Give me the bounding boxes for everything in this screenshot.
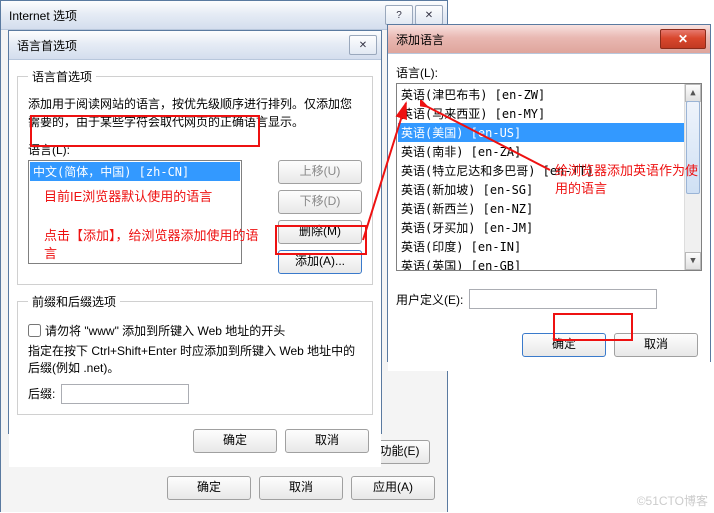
list-item[interactable]: 英语(美国) [en-US] [398,123,685,142]
cancel-button[interactable]: 取消 [285,429,369,453]
watermark: ©51CTO博客 [637,492,708,509]
language-prefs-window: 语言首选项 ✕ 语言首选项 添加用于阅读网站的语言，按优先级顺序进行排列。仅添加… [8,30,382,434]
lang-prefs-group: 语言首选项 添加用于阅读网站的语言，按优先级顺序进行排列。仅添加您需要的，由于某… [17,68,373,285]
list-item[interactable]: 英语(印度) [en-IN] [398,237,685,256]
suffix-label: 后缀: [28,385,55,402]
titlebar: Internet 选项 ? ✕ [1,1,447,30]
add-language-listbox[interactable]: ▲ ▼ 英语(津巴布韦) [en-ZW]英语(马来西亚) [en-MY]英语(美… [396,83,702,271]
move-up-button[interactable]: 上移(U) [278,160,362,184]
www-checkbox-row[interactable]: 请勿将 "www" 添加到所键入 Web 地址的开头 [28,322,362,339]
list-item[interactable]: 英语(南非) [en-ZA] [398,142,685,161]
list-item[interactable]: 英语(新西兰) [en-NZ] [398,199,685,218]
lang-label: 语言(L): [28,141,238,158]
cancel-button[interactable]: 取消 [614,333,698,357]
titlebar: 添加语言 ✕ [388,25,710,54]
lang-label: 语言(L): [396,64,702,81]
ok-button[interactable]: 确定 [193,429,277,453]
description: 添加用于阅读网站的语言，按优先级顺序进行排列。仅添加您需要的，由于某些字符会取代… [28,95,362,131]
move-down-button[interactable]: 下移(D) [278,190,362,214]
user-defined-label: 用户定义(E): [396,291,463,308]
suffix-desc: 指定在按下 Ctrl+Shift+Enter 时应添加到所键入 Web 地址中的… [28,343,362,378]
cancel-button[interactable]: 取消 [259,476,343,500]
list-item[interactable]: 英语(牙买加) [en-JM] [398,218,685,237]
group-legend: 前缀和后缀选项 [28,293,120,310]
ok-button[interactable]: 确定 [167,476,251,500]
scroll-thumb[interactable] [686,101,700,194]
prefix-suffix-group: 前缀和后缀选项 请勿将 "www" 添加到所键入 Web 地址的开头 指定在按下… [17,293,373,415]
list-item[interactable]: 中文(简体，中国) [zh-CN] [30,162,240,181]
www-checkbox[interactable] [28,324,41,337]
scroll-up-icon[interactable]: ▲ [685,84,701,102]
close-button[interactable]: ✕ [415,5,443,25]
list-item[interactable]: 英语(英国) [en-GB] [398,256,685,271]
close-button[interactable]: ✕ [660,29,706,49]
window-title: Internet 选项 [9,7,383,24]
list-item[interactable]: 英语(津巴布韦) [en-ZW] [398,85,685,104]
group-legend: 语言首选项 [28,68,96,85]
ok-button[interactable]: 确定 [522,333,606,357]
add-button[interactable]: 添加(A)... [278,250,362,274]
checkbox-label: 请勿将 "www" 添加到所键入 Web 地址的开头 [45,322,285,339]
apply-button[interactable]: 应用(A) [351,476,435,500]
titlebar: 语言首选项 ✕ [9,31,381,60]
language-listbox[interactable]: 中文(简体，中国) [zh-CN] [28,160,242,264]
add-language-window: 添加语言 ✕ 语言(L): ▲ ▼ 英语(津巴布韦) [en-ZW]英语(马来西… [387,24,711,362]
help-button[interactable]: ? [385,5,413,25]
scrollbar[interactable]: ▲ ▼ [684,84,701,270]
scroll-down-icon[interactable]: ▼ [685,252,701,270]
list-item[interactable]: 英语(特立尼达和多巴哥) [en-TT] [398,161,685,180]
window-title: 语言首选项 [17,37,347,54]
list-item[interactable]: 英语(马来西亚) [en-MY] [398,104,685,123]
list-item[interactable]: 英语(新加坡) [en-SG] [398,180,685,199]
close-button[interactable]: ✕ [349,35,377,55]
suffix-input[interactable] [61,384,189,404]
user-defined-input[interactable] [469,289,657,309]
delete-button[interactable]: 删除(M) [278,220,362,244]
window-title: 添加语言 [396,31,658,48]
